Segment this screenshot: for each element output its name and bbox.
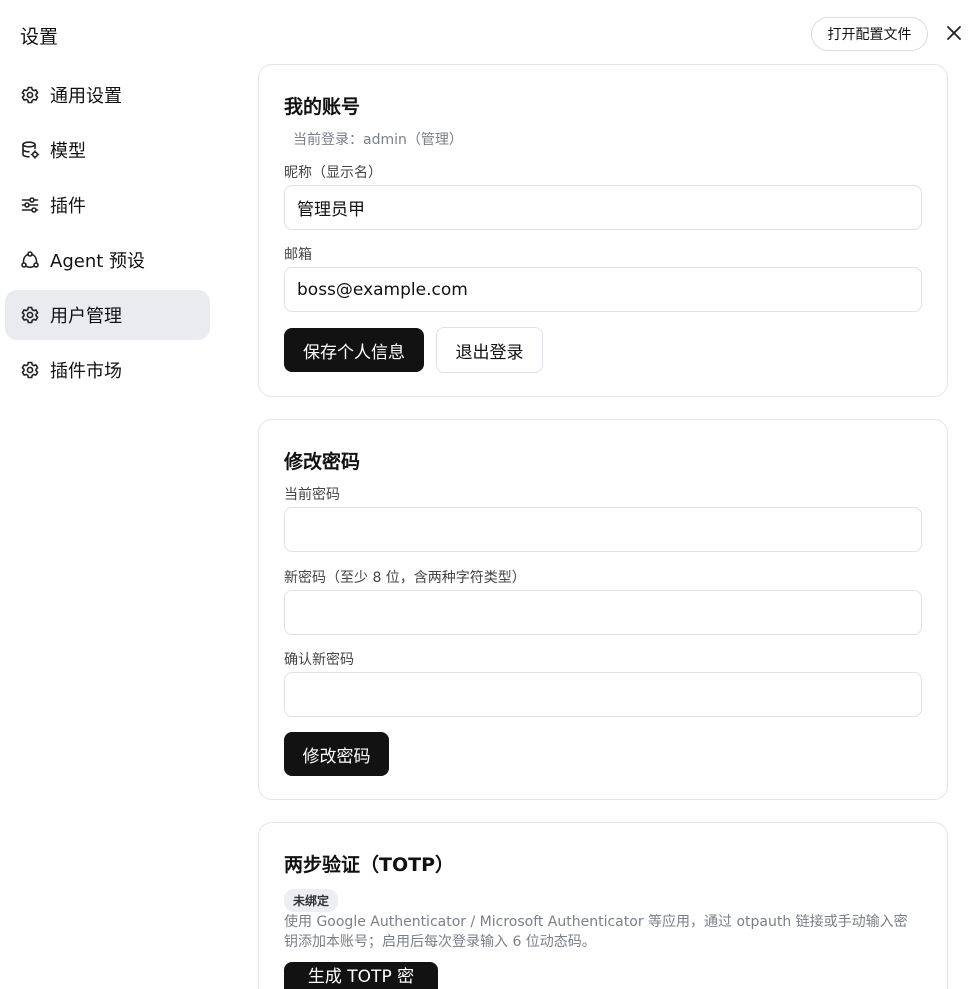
sidebar-item-general[interactable]: 通用设置 bbox=[5, 70, 210, 120]
sidebar-item-models[interactable]: 模型 bbox=[5, 125, 210, 175]
sidebar-item-label: 通用设置 bbox=[50, 86, 122, 107]
email-input[interactable] bbox=[284, 267, 922, 312]
save-profile-button[interactable]: 保存个人信息 bbox=[284, 328, 424, 372]
current-password-input[interactable] bbox=[284, 507, 922, 552]
current-password-label: 当前密码 bbox=[284, 487, 340, 503]
close-button[interactable] bbox=[943, 22, 965, 44]
nickname-input[interactable] bbox=[284, 185, 922, 230]
email-label: 邮箱 bbox=[284, 247, 312, 263]
new-password-input[interactable] bbox=[284, 590, 922, 635]
new-password-label: 新密码（至少 8 位，含两种字符类型） bbox=[284, 570, 526, 586]
sidebar-item-user-management[interactable]: 用户管理 bbox=[5, 290, 210, 340]
account-card: 我的账号 当前登录：admin（管理） 昵称（显示名） 邮箱 保存个人信息 退出… bbox=[258, 64, 948, 397]
account-title: 我的账号 bbox=[284, 96, 361, 118]
logout-button[interactable]: 退出登录 bbox=[436, 327, 543, 373]
close-icon bbox=[947, 26, 961, 40]
gear-icon bbox=[20, 360, 40, 380]
settings-window: 设置 打开配置文件 通用设置 模型 插件 Agent 预设 用户管理 插件市场 … bbox=[0, 0, 969, 989]
totp-title: 两步验证（TOTP） bbox=[284, 854, 454, 876]
status-badge: 未绑定 bbox=[284, 889, 339, 912]
database-icon bbox=[20, 140, 40, 160]
change-password-button[interactable]: 修改密码 bbox=[284, 732, 389, 776]
sidebar-item-plugin-market[interactable]: 插件市场 bbox=[5, 345, 210, 395]
sidebar: 通用设置 模型 插件 Agent 预设 用户管理 插件市场 bbox=[5, 70, 210, 400]
gear-icon bbox=[20, 85, 40, 105]
sidebar-item-agent-presets[interactable]: Agent 预设 bbox=[5, 235, 210, 285]
password-title: 修改密码 bbox=[284, 451, 361, 473]
totp-description: 使用 Google Authenticator / Microsoft Auth… bbox=[284, 914, 908, 950]
generate-totp-button[interactable]: 生成 TOTP 密钥 bbox=[284, 962, 438, 989]
sidebar-item-plugins[interactable]: 插件 bbox=[5, 180, 210, 230]
sidebar-item-label: 插件 bbox=[50, 196, 86, 217]
sidebar-item-label: 插件市场 bbox=[50, 361, 122, 382]
confirm-password-input[interactable] bbox=[284, 672, 922, 717]
password-card: 修改密码 当前密码 新密码（至少 8 位，含两种字符类型） 确认新密码 修改密码 bbox=[258, 419, 948, 800]
totp-card: 两步验证（TOTP） 未绑定 使用 Google Authenticator /… bbox=[258, 822, 948, 989]
gear-icon bbox=[20, 305, 40, 325]
sidebar-item-label: 模型 bbox=[50, 141, 86, 162]
sliders-icon bbox=[20, 195, 40, 215]
sidebar-item-label: 用户管理 bbox=[50, 306, 122, 327]
login-info: 当前登录：admin（管理） bbox=[293, 132, 463, 148]
window-title: 设置 bbox=[20, 26, 59, 48]
nickname-label: 昵称（显示名） bbox=[284, 165, 382, 181]
open-config-button[interactable]: 打开配置文件 bbox=[811, 17, 928, 51]
sidebar-item-label: Agent 预设 bbox=[50, 251, 146, 272]
agent-icon bbox=[20, 250, 40, 270]
confirm-password-label: 确认新密码 bbox=[284, 652, 354, 668]
